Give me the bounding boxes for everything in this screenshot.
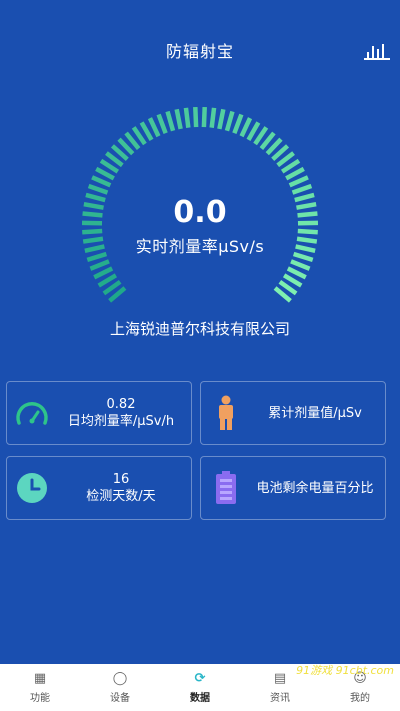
battery-label: 电池剩余电量百分比 bbox=[256, 480, 374, 496]
gauge-tick bbox=[217, 108, 226, 130]
bar-chart-icon[interactable] bbox=[364, 38, 390, 60]
gauge-tick bbox=[201, 107, 207, 128]
monitor-days-card[interactable]: 16 检测天数/天 bbox=[6, 456, 192, 520]
grid-icon: ▦ bbox=[33, 670, 47, 686]
monitor-days-value: 16 bbox=[112, 472, 130, 487]
daily-dose-card[interactable]: 0.82 日均剂量率/µSv/h bbox=[6, 381, 192, 445]
top-bar: 防辐射宝 bbox=[0, 28, 400, 72]
tab-label: 功能 bbox=[30, 692, 50, 704]
gauge-tick bbox=[209, 107, 217, 128]
gauge-tick bbox=[147, 117, 161, 138]
gauge-tick bbox=[193, 107, 199, 128]
person-icon bbox=[201, 395, 251, 431]
gauge-tick bbox=[285, 166, 305, 181]
tab-label: 资讯 bbox=[270, 692, 290, 704]
tab-device[interactable]: ◯ 设备 bbox=[80, 664, 160, 711]
monitor-days-label: 检测天数/天 bbox=[86, 489, 156, 504]
tab-label: 设备 bbox=[110, 692, 130, 704]
gauge-tick bbox=[246, 121, 261, 141]
news-icon: ▤ bbox=[273, 670, 287, 686]
tab-label: 数据 bbox=[190, 692, 210, 704]
gauge-tick bbox=[156, 113, 168, 135]
tab-function[interactable]: ▦ 功能 bbox=[0, 664, 80, 711]
gauge-tick bbox=[174, 108, 183, 130]
company-name: 上海锐迪普尔科技有限公司 bbox=[109, 320, 290, 338]
gauge-tick bbox=[239, 117, 253, 138]
total-dose-label: 累计剂量值/µSv bbox=[268, 405, 362, 421]
gauge-tick bbox=[87, 183, 109, 195]
total-dose-card[interactable]: 累计剂量值/µSv bbox=[200, 381, 386, 445]
dose-rate-label: 实时剂量率µSv/s bbox=[135, 237, 265, 256]
gauge-tick bbox=[291, 183, 313, 195]
gauge-tick bbox=[91, 175, 112, 188]
daily-dose-label: 日均剂量率/µSv/h bbox=[67, 414, 175, 429]
watermark-logo: 91游戏 91cbt.com bbox=[296, 664, 394, 677]
gauge-tick bbox=[95, 166, 115, 181]
dose-rate-value: 0.0 bbox=[173, 195, 227, 230]
gauge-tick bbox=[224, 110, 235, 132]
gauge-tick bbox=[286, 266, 307, 280]
battery-icon bbox=[201, 471, 251, 505]
gauge-tick bbox=[89, 259, 110, 271]
gauge-tick bbox=[165, 110, 176, 132]
status-bar bbox=[0, 0, 400, 28]
tab-data[interactable]: ⟳ 数据 bbox=[160, 664, 240, 711]
gauge-tick bbox=[93, 266, 114, 280]
gauge-tick bbox=[139, 121, 154, 141]
gauge-tick bbox=[183, 107, 191, 128]
tab-label: 我的 bbox=[350, 692, 370, 704]
speedometer-icon bbox=[7, 399, 57, 427]
refresh-icon: ⟳ bbox=[194, 670, 206, 686]
page-title: 防辐射宝 bbox=[165, 42, 234, 61]
clock-icon bbox=[7, 472, 57, 504]
shield-icon: ◯ bbox=[112, 670, 128, 686]
daily-dose-value: 0.82 bbox=[106, 397, 136, 412]
battery-card[interactable]: 电池剩余电量百分比 bbox=[200, 456, 386, 520]
gauge-tick bbox=[288, 175, 309, 188]
gauge-tick bbox=[290, 259, 311, 271]
gauge-tick bbox=[232, 113, 244, 135]
